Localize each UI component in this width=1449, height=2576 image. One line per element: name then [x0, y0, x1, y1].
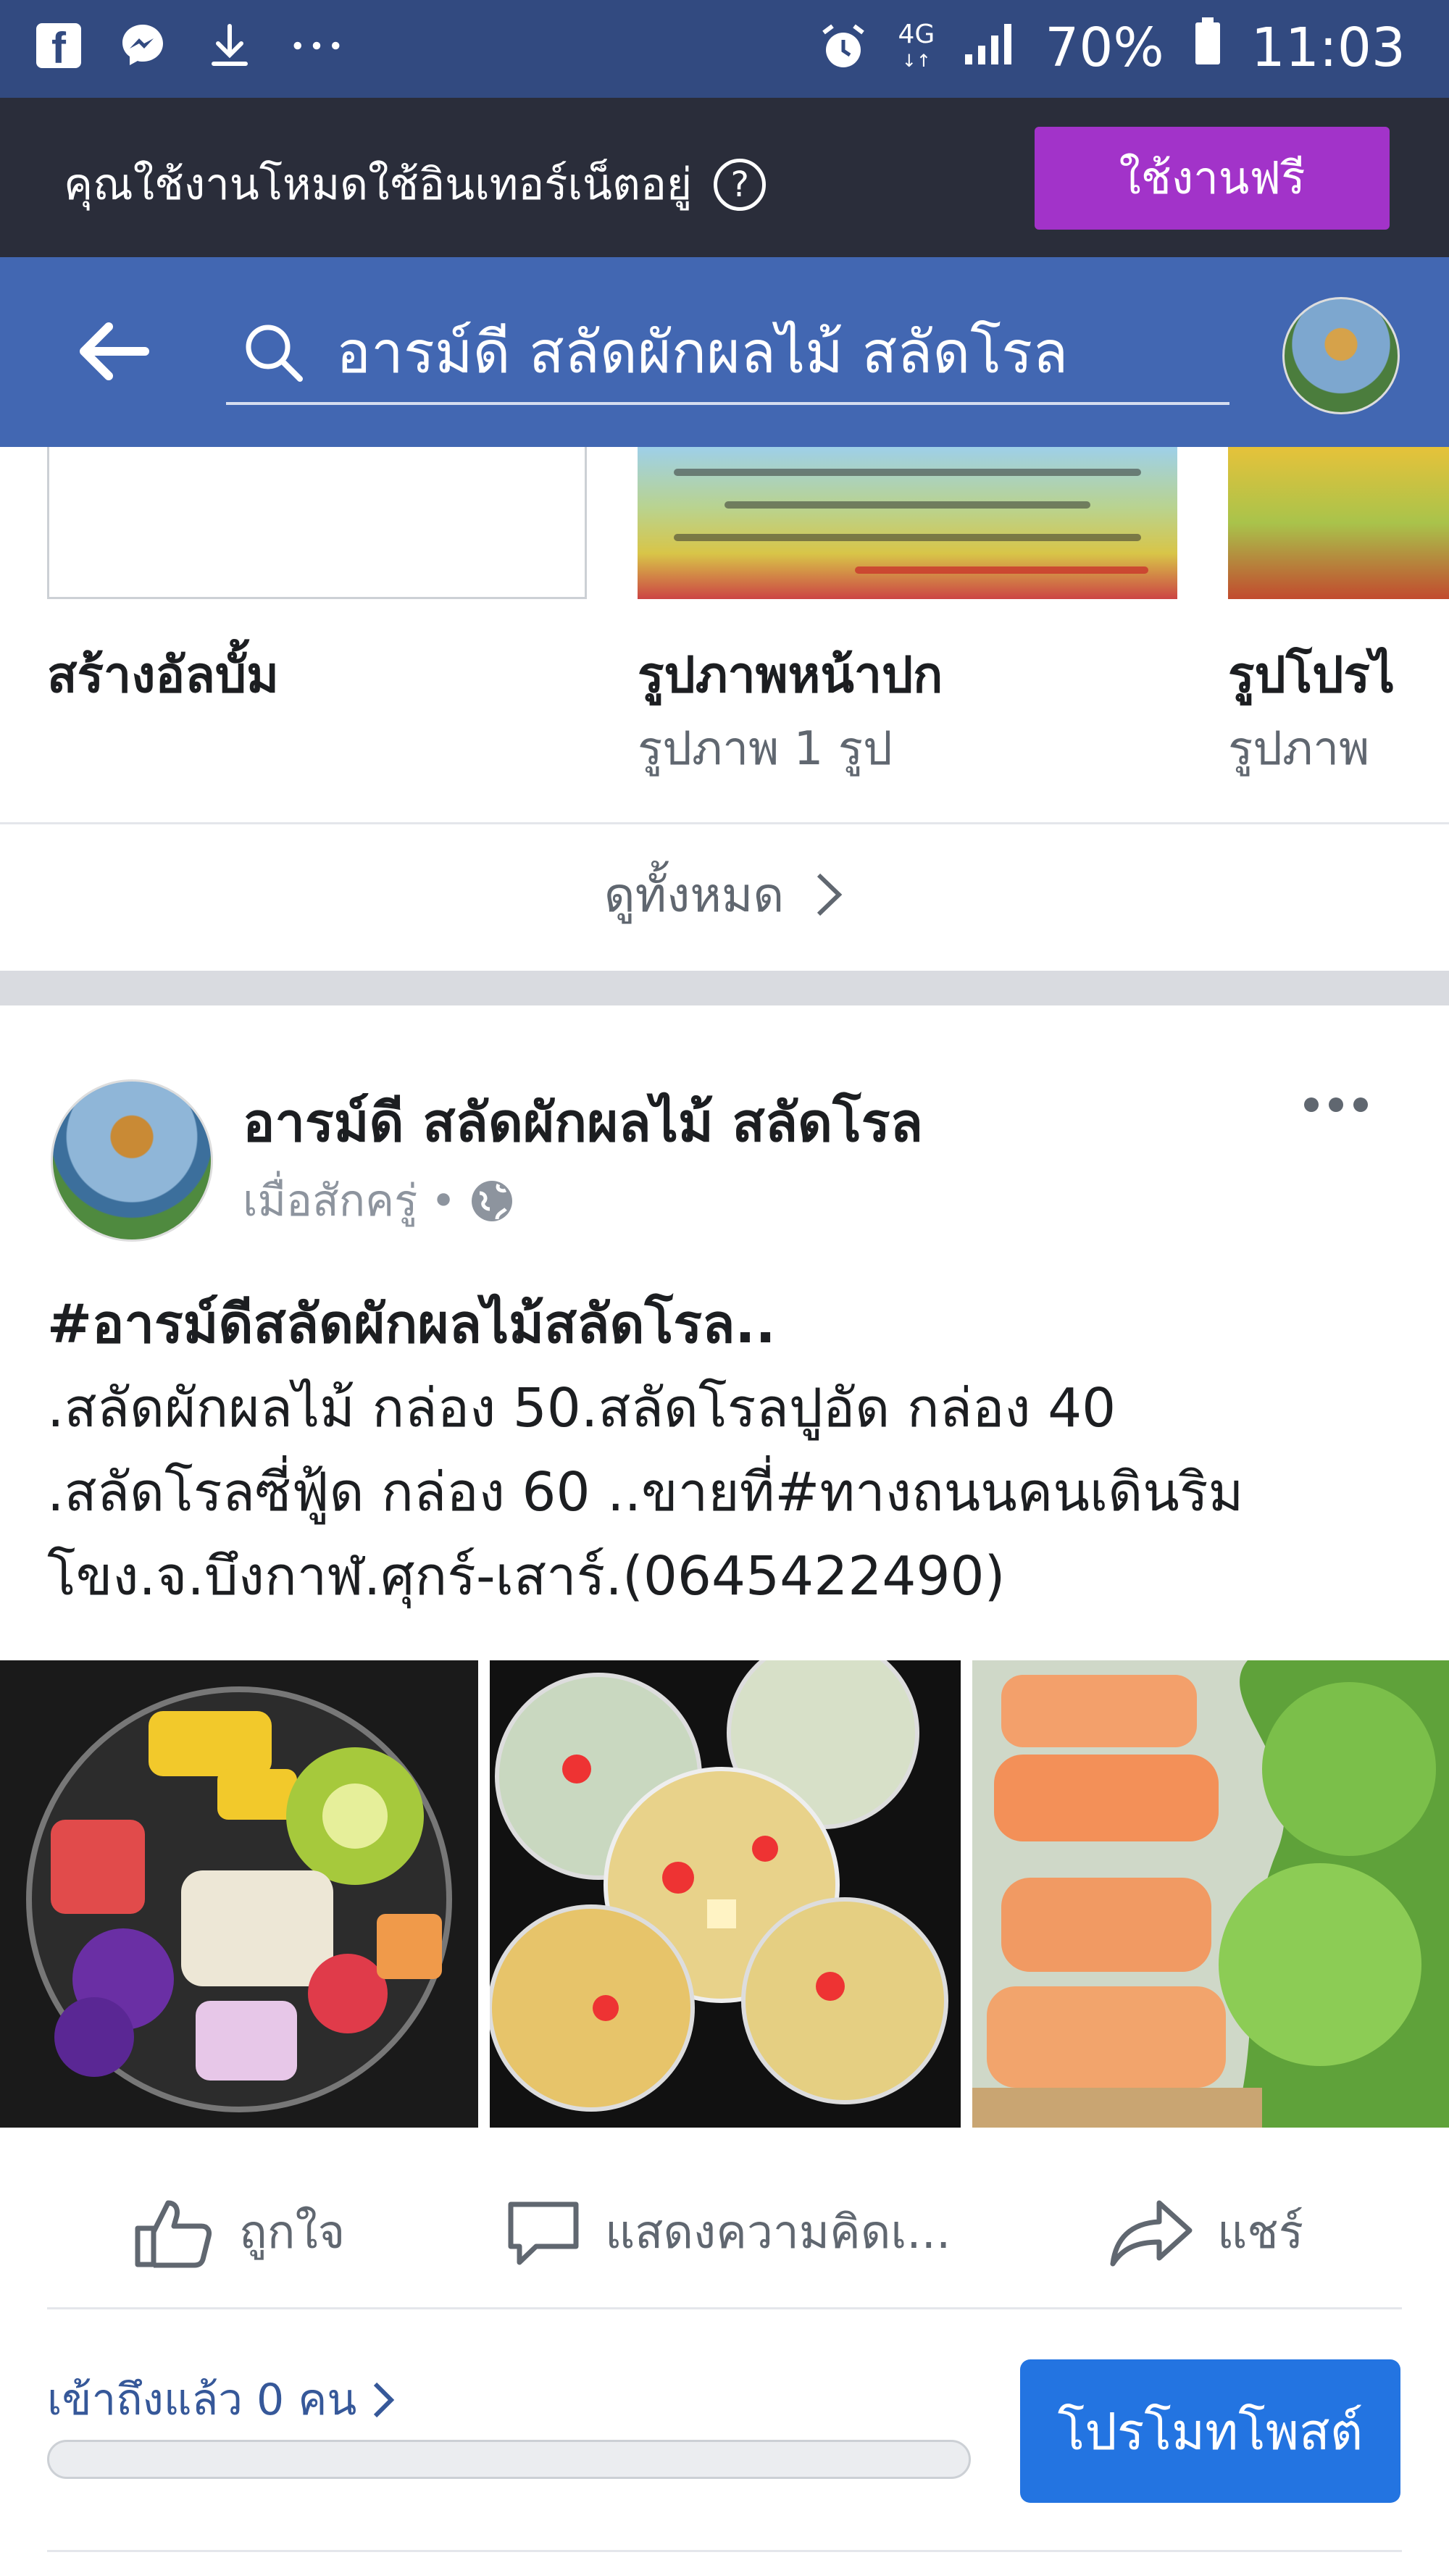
- share-label: แชร์: [1217, 2206, 1304, 2259]
- section-separator: [0, 971, 1449, 1005]
- search-input[interactable]: [335, 311, 1222, 393]
- post-time[interactable]: เมื่อสักครู่: [243, 1166, 417, 1235]
- messenger-notification-icon: [117, 20, 168, 71]
- thumbs-up-icon: [135, 2200, 212, 2268]
- post-actions: ถูกใจ แสดงความคิดเ... แชร์: [0, 2151, 1449, 2282]
- chevron-right-icon: [817, 873, 843, 916]
- search-field[interactable]: [226, 301, 1229, 405]
- post-text-line: โขง.จ.บึงกาฬ.ศุกร์-เสาร์.(0645422490): [47, 1545, 1006, 1607]
- create-album-thumbnail[interactable]: [47, 447, 587, 599]
- network-type-label: 4G: [898, 20, 935, 49]
- post-photo-salad-boxes[interactable]: [490, 1660, 961, 2128]
- post-text-line: .สลัดผักผลไม้ กล่อง 50.สลัดโรลปูอัด กล่อ…: [47, 1377, 1116, 1439]
- album-count: รูปภาพ: [1228, 722, 1370, 776]
- chevron-right-icon: [374, 2382, 395, 2417]
- search-icon: [241, 319, 306, 385]
- comment-icon: [508, 2201, 579, 2265]
- post-text-line: #อารม์ดีสลัดผักผลไม้สลัดโรล..: [47, 1293, 776, 1355]
- post-meta: เมื่อสักครู่ •: [243, 1166, 514, 1235]
- help-icon[interactable]: ?: [714, 158, 767, 211]
- post-text-line: .สลัดโรลซี่ฟู้ด กล่อง 60 ..ขายที่#ทางถนน…: [47, 1461, 1244, 1523]
- cover-photo-album-thumbnail[interactable]: [638, 447, 1177, 599]
- divider: [47, 2307, 1402, 2309]
- like-button[interactable]: ถูกใจ: [130, 2195, 345, 2269]
- like-label: ถูกใจ: [239, 2206, 346, 2259]
- more-notifications-icon: [291, 20, 342, 71]
- clock: 11:03: [1250, 17, 1406, 79]
- divider: [47, 2550, 1402, 2552]
- reach-link[interactable]: เข้าถึงแล้ว 0 คน: [47, 2365, 396, 2434]
- globe-icon: [471, 1180, 512, 1221]
- see-all-link[interactable]: ดูทั้งหมด: [0, 826, 1449, 963]
- download-icon: [204, 20, 255, 71]
- see-all-label: ดูทั้งหมด: [604, 866, 785, 923]
- network-type-icon: 4G ↓↑: [898, 20, 935, 72]
- signal-icon: [964, 17, 1016, 79]
- status-bar: f 4G ↓↑ 70% 11:03: [0, 0, 1449, 98]
- profile-avatar[interactable]: [1282, 297, 1400, 414]
- albums-section: สร้างอัลบั้ม รูปภาพหน้าปก รูปภาพ 1 รูป ร…: [0, 447, 1449, 824]
- reach-progress-bar: [47, 2440, 971, 2479]
- free-mode-message: คุณใช้งานโหมดใช้อินเทอร์เน็ตอยู่: [64, 159, 693, 210]
- post-photo-fruit-salad[interactable]: [0, 1660, 478, 2128]
- use-free-button[interactable]: ใช้งานฟรี: [1035, 127, 1390, 230]
- page-name[interactable]: อารม์ดี สลัดผักผลไม้ สลัดโรล: [243, 1079, 923, 1165]
- post-text: #อารม์ดีสลัดผักผลไม้สลัดโรล.. .สลัดผักผล…: [47, 1282, 1409, 1618]
- search-header: [0, 257, 1449, 447]
- share-icon: [1110, 2200, 1193, 2267]
- album-title[interactable]: รูปภาพหน้าปก: [638, 635, 943, 714]
- battery-icon: [1193, 16, 1222, 80]
- album-count: รูปภาพ 1 รูป: [638, 722, 893, 776]
- meta-separator: •: [430, 1175, 456, 1226]
- album-title[interactable]: รูปโปรไ: [1228, 635, 1395, 714]
- post-photo-salad-rolls[interactable]: [972, 1660, 1449, 2128]
- page-avatar[interactable]: [51, 1079, 213, 1242]
- reach-label: เข้าถึงแล้ว 0 คน: [47, 2375, 357, 2425]
- comment-button[interactable]: แสดงความคิดเ...: [504, 2195, 951, 2269]
- back-arrow-icon[interactable]: [72, 315, 152, 388]
- battery-percent: 70%: [1045, 17, 1164, 79]
- facebook-notification-icon: f: [36, 23, 81, 72]
- free-mode-banner: คุณใช้งานโหมดใช้อินเทอร์เน็ตอยู่ ? ใช้งา…: [0, 98, 1449, 257]
- comment-label: แสดงความคิดเ...: [605, 2206, 951, 2259]
- profile-photo-album-thumbnail[interactable]: [1228, 447, 1449, 599]
- post-photos: [0, 1660, 1449, 2128]
- album-title[interactable]: สร้างอัลบั้ม: [47, 635, 279, 714]
- share-button[interactable]: แชร์: [1108, 2195, 1303, 2269]
- alarm-icon: [818, 22, 869, 73]
- divider: [0, 822, 1449, 824]
- more-options-icon[interactable]: [1304, 1090, 1377, 1119]
- promote-post-button[interactable]: โปรโมทโพสต์: [1020, 2359, 1400, 2503]
